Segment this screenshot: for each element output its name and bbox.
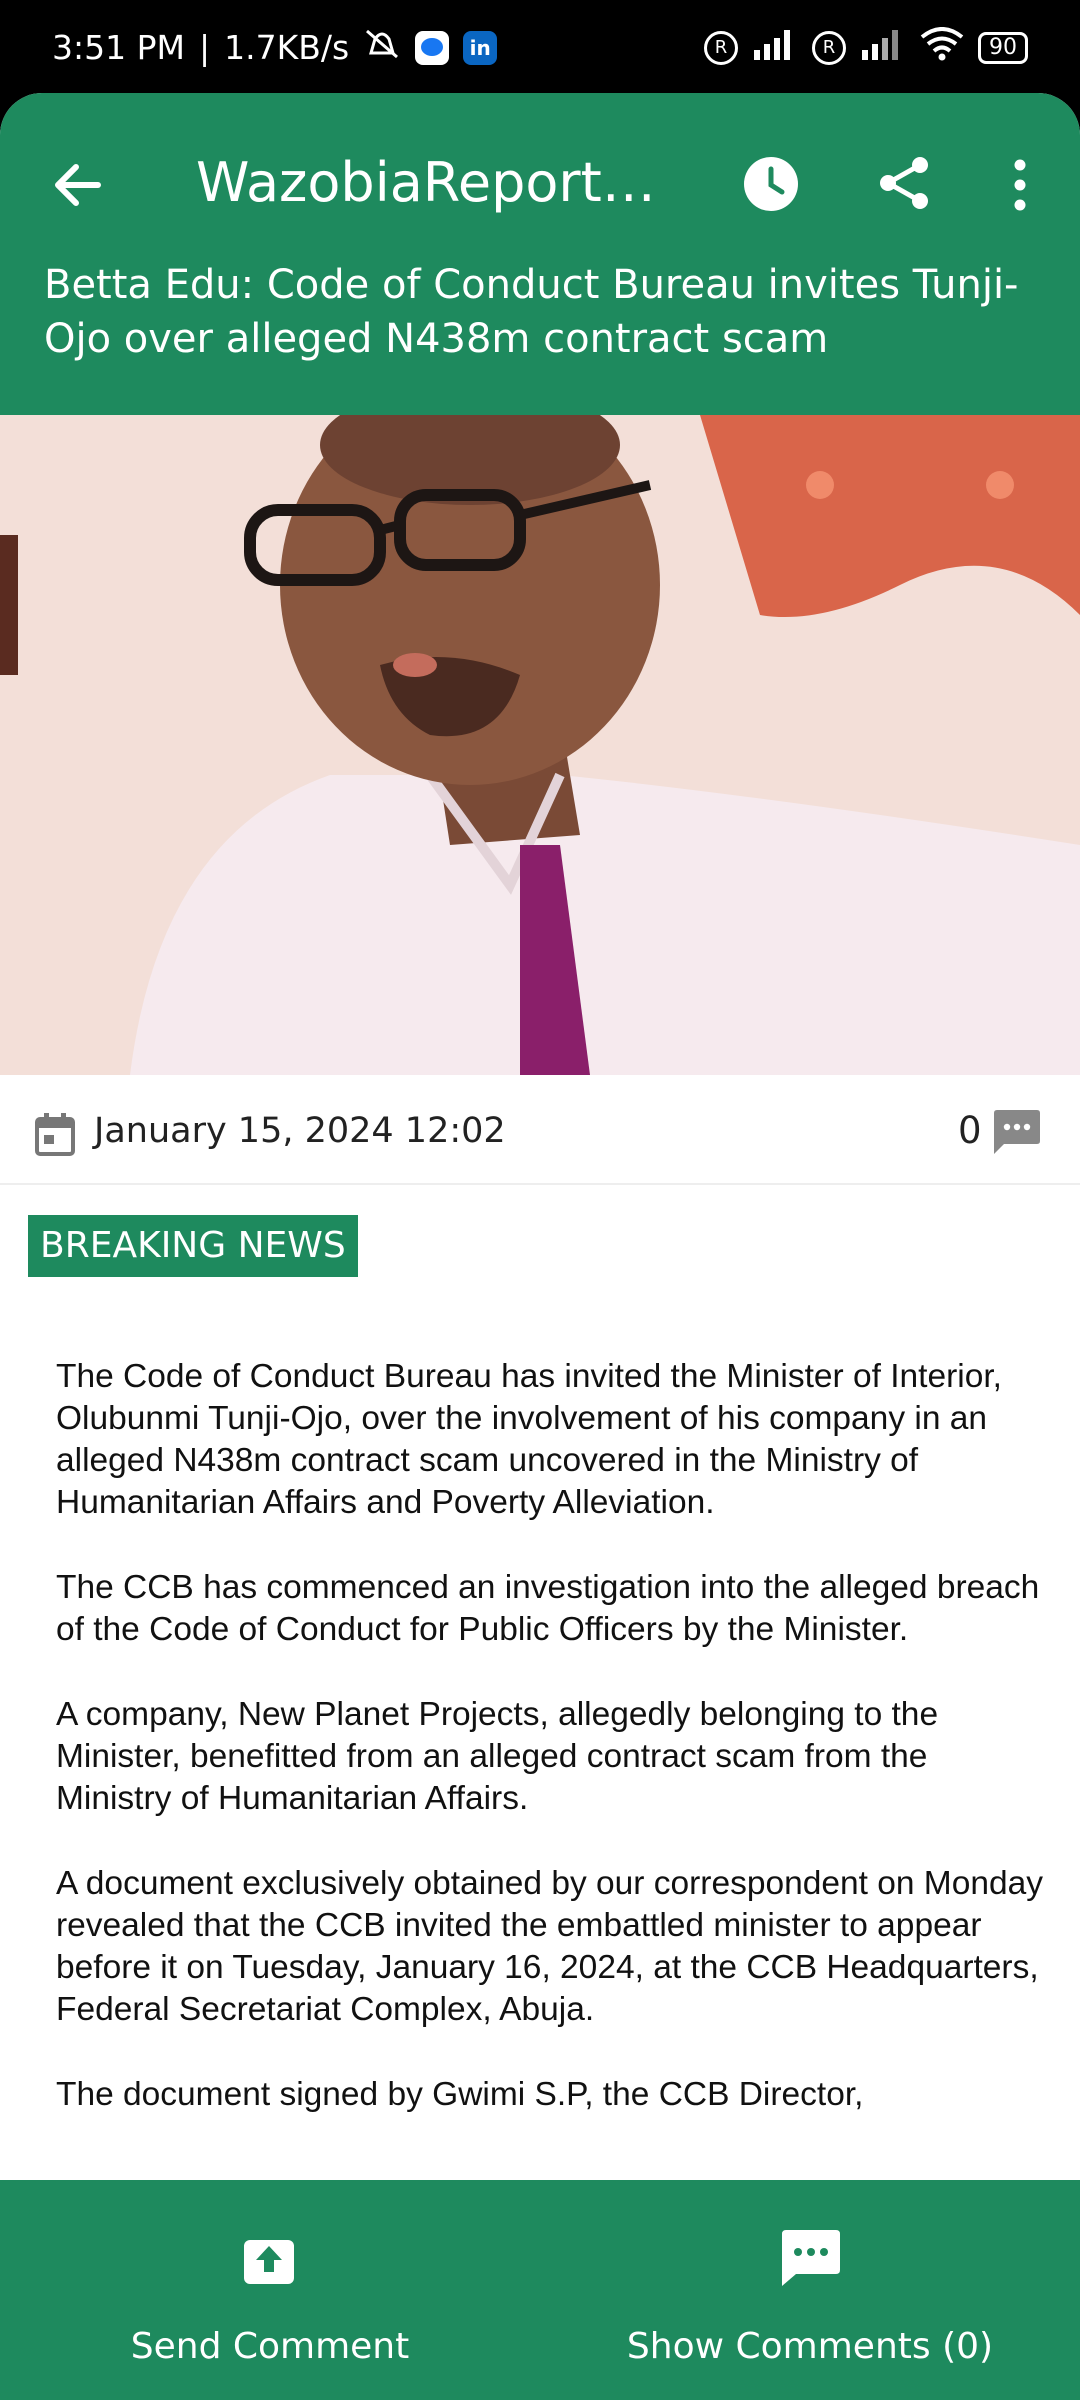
publish-date: January 15, 2024 12:02 [94,1111,506,1151]
show-comments-label: Show Comments (0) [626,2326,994,2367]
article-meta: January 15, 2024 12:02 0 [0,1075,1080,1185]
article-paragraph: The document signed by Gwimi S.P, the CC… [56,2076,864,2113]
article-screen: WazobiaReporters... Betta Edu: Code of C… [0,93,1080,2400]
bottom-action-bar: Send Comment Show Comments (0) [0,2180,1080,2400]
article-paragraph: The Code of Conduct Bureau has invited t… [56,1358,1002,1521]
alarm-off-icon [363,27,401,69]
clock-time: 3:51 PM [52,28,185,67]
article-paragraph: A company, New Planet Projects, allegedl… [56,1696,939,1817]
calendar-icon [34,1113,76,1157]
article-headline: Betta Edu: Code of Conduct Bureau invite… [44,262,1019,362]
signal-icon-2 [860,28,906,68]
more-options-icon[interactable] [1000,155,1040,215]
roaming-icon: R [704,30,738,65]
comment-icon[interactable] [992,1109,1042,1155]
comment-count: 0 [958,1109,982,1152]
page-title: WazobiaReporters... [196,151,686,214]
article-hero-image [0,415,1080,1075]
battery-icon: 90 [978,31,1028,64]
roaming-icon-2: R [812,30,846,65]
signal-icon [752,28,798,68]
send-comment-label: Send Comment [130,2326,410,2367]
app-toolbar: WazobiaReporters... Betta Edu: Code of C… [0,93,1080,415]
linkedin-icon: in [463,30,498,65]
wifi-icon [920,26,964,69]
clock-icon[interactable] [742,155,800,213]
article-body: The Code of Conduct Bureau has invited t… [56,1356,1046,2159]
article-paragraph: A document exclusively obtained by our c… [56,1865,1043,2028]
back-arrow-icon[interactable] [48,155,108,215]
article-paragraph: The CCB has commenced an investigation i… [56,1569,1040,1648]
messenger-icon [415,30,450,65]
show-comments-button[interactable]: Show Comments (0) [540,2180,1080,2400]
net-speed: 1.7KB/s [224,28,350,67]
category-tag[interactable]: BREAKING NEWS [28,1215,358,1277]
share-icon[interactable] [874,153,934,213]
status-bar: 3:51 PM | 1.7KB/s in R R 90 [0,0,1080,95]
send-comment-button[interactable]: Send Comment [0,2180,540,2400]
upload-icon [242,2232,296,2286]
chat-bubble-icon [780,2228,842,2288]
